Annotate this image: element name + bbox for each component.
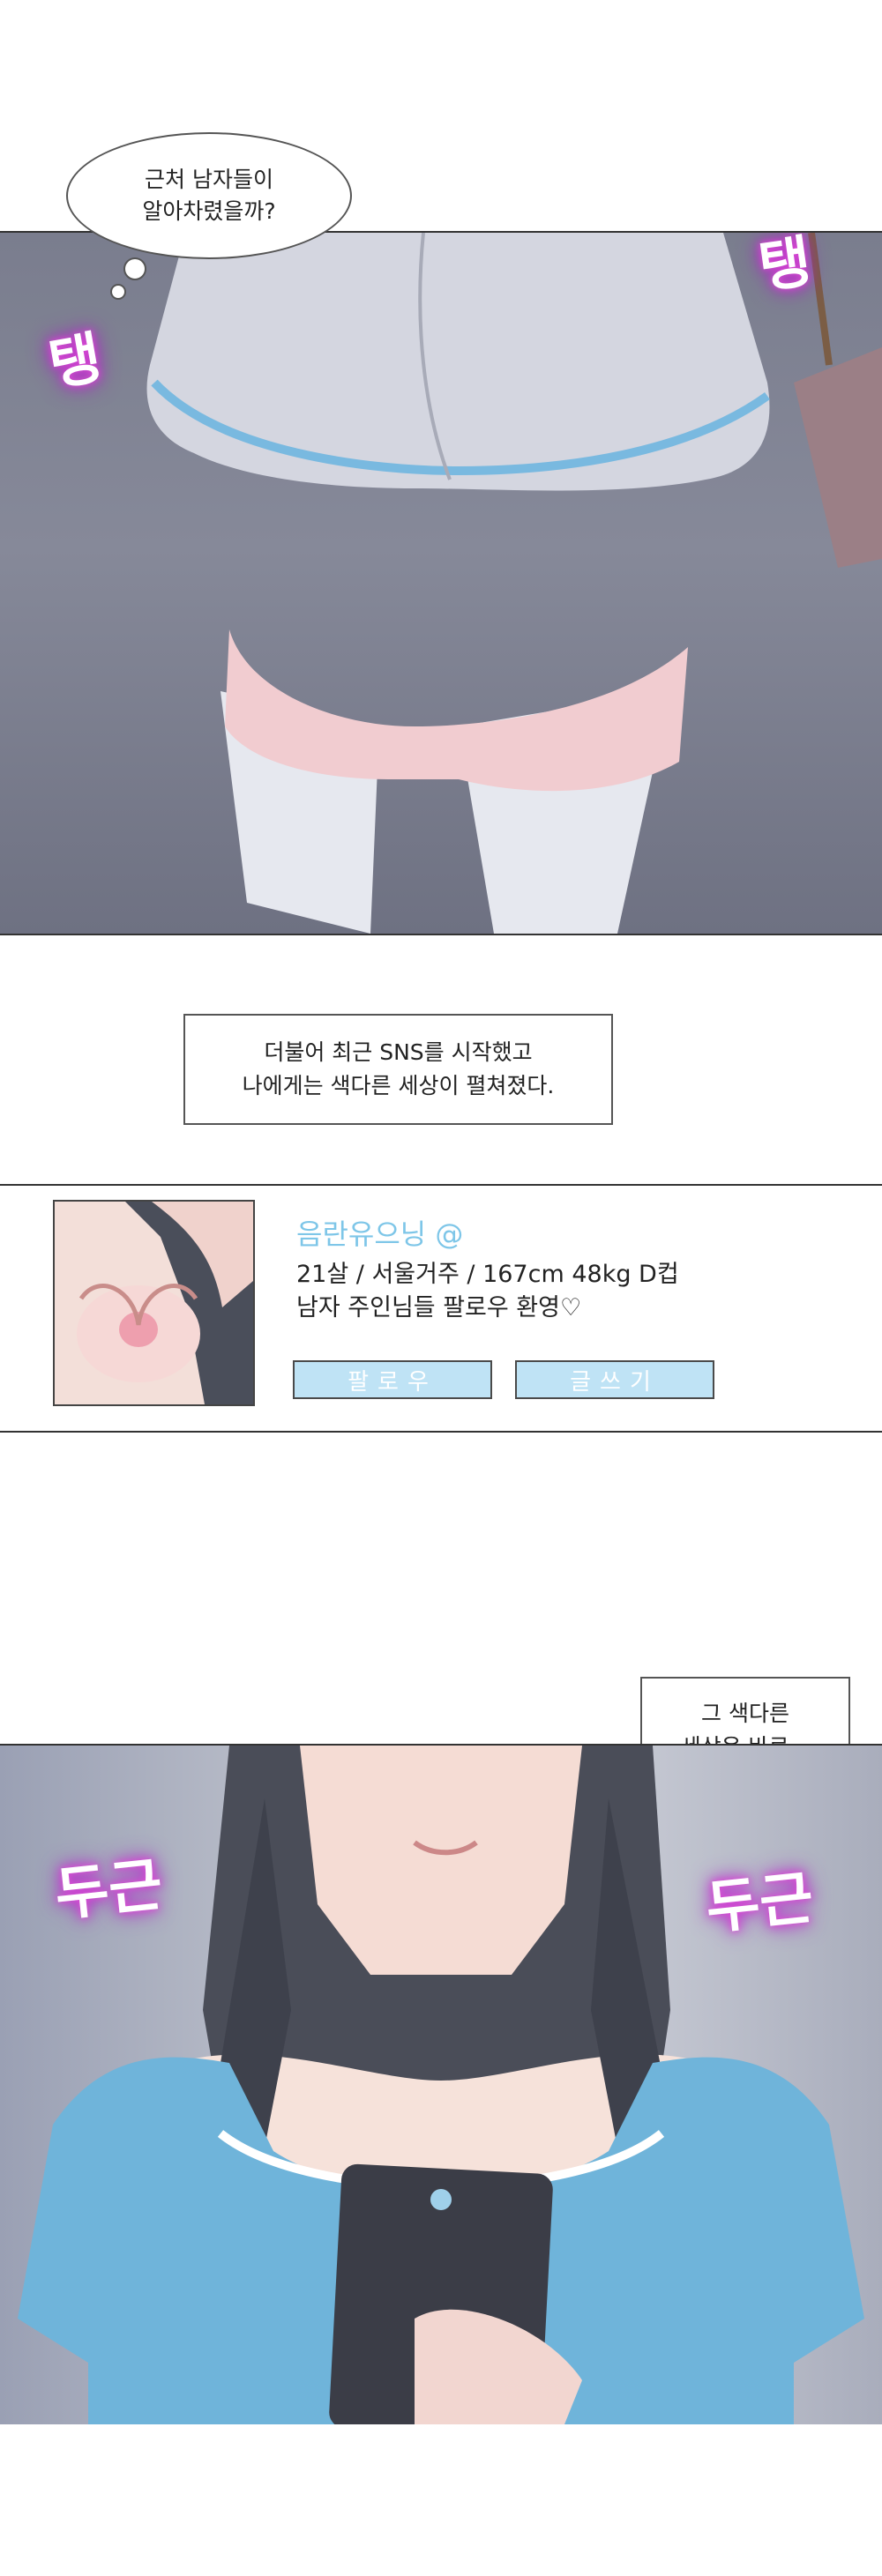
narration-1-line-1: 더불어 최근 SNS를 시작했고 xyxy=(264,1039,533,1065)
write-post-button[interactable]: 글쓰기 xyxy=(515,1360,714,1399)
thought-bubble: 근처 남자들이 알아차렸을까? xyxy=(66,132,352,259)
profile-name: 음란유으닝 @ xyxy=(296,1217,464,1251)
sfx-heartbeat-left: 두근 xyxy=(51,1850,166,1930)
narration-box-1: 더불어 최근 SNS를 시작했고 나에게는 색다른 세상이 펼쳐졌다. xyxy=(183,1014,613,1125)
skirt-legs-illustration xyxy=(146,233,882,934)
narration-2-line-1: 그 색다른 xyxy=(701,1701,789,1726)
panel-3: 두근 두근 xyxy=(0,1744,882,2424)
profile-info-line-1: 21살 / 서울거주 / 167cm 48kg D컵 xyxy=(296,1261,679,1288)
panel-1: 탱 탱 xyxy=(0,231,882,935)
sns-profile-panel: 음란유으닝 @ 21살 / 서울거주 / 167cm 48kg D컵 남자 주인… xyxy=(0,1184,882,1433)
profile-info-line-2: 남자 주인님들 팔로우 환영♡ xyxy=(296,1294,582,1322)
thought-dot-2 xyxy=(110,284,126,300)
narration-1-line-2: 나에게는 색다른 세상이 펼쳐졌다. xyxy=(242,1073,555,1098)
follow-button[interactable]: 팔로우 xyxy=(293,1360,492,1399)
thought-line-1: 근처 남자들이 xyxy=(145,167,273,192)
thought-dot-1 xyxy=(123,257,146,280)
thought-line-2: 알아차렸을까? xyxy=(142,198,276,224)
sfx-right: 탱 xyxy=(754,231,816,302)
avatar xyxy=(53,1200,255,1406)
sfx-heartbeat-right: 두근 xyxy=(702,1863,817,1943)
